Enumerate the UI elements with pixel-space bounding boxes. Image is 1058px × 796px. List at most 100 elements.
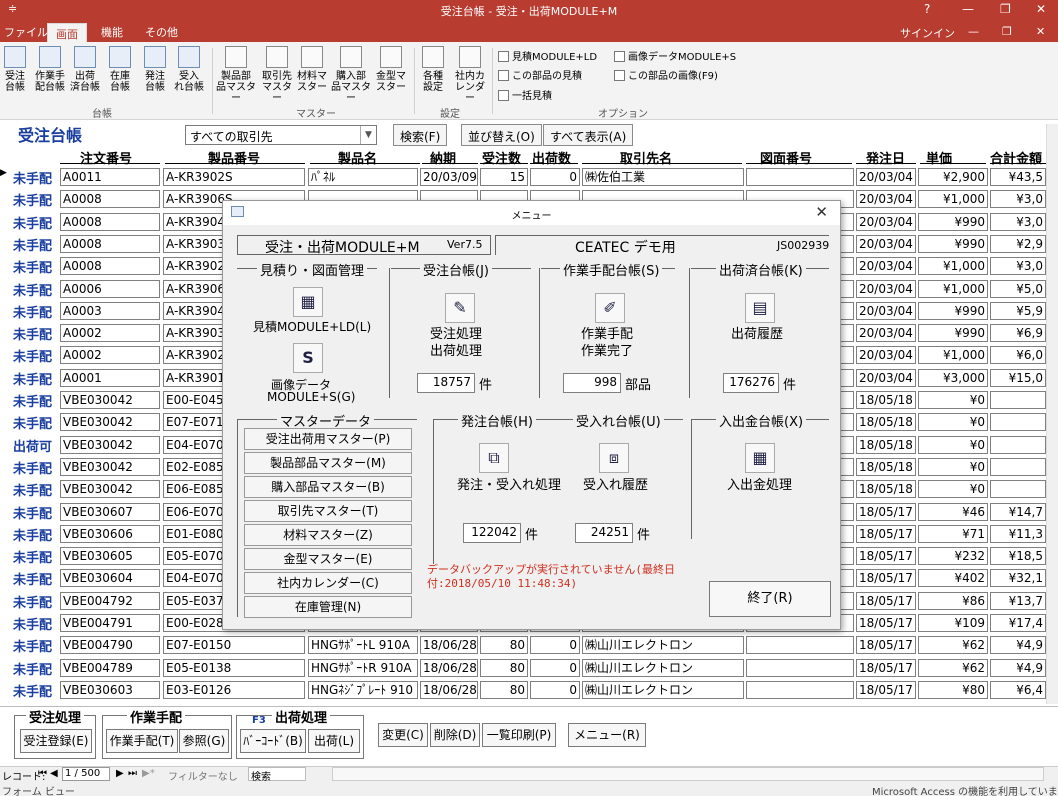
order-no-cell[interactable]: A0003 [60,301,160,320]
purchase-master-button[interactable]: 購入部品マスター(B) [244,476,412,498]
po-date-cell[interactable]: 20/03/04 [856,212,916,231]
product-name-cell[interactable]: HNGｻﾎﾟｰﾄL 910A [308,636,418,655]
order-no-cell[interactable]: VBE030042 [60,480,160,499]
unit-price-cell[interactable]: ¥0 [918,480,988,499]
chevron-down-icon[interactable]: ▼ [360,126,376,144]
table-row[interactable]: 未手配 VBE004789 E05-E0138 HNGｻﾎﾟｰﾄR 910A 18/06… [0,657,1046,679]
tab-file[interactable]: ファイル [4,24,48,40]
record-search-input[interactable]: 検索 [248,767,306,783]
new-record-icon[interactable]: ▶* [142,768,155,779]
po-date-cell[interactable]: 18/05/17 [856,658,916,677]
parts-master-button[interactable]: 製品部品マスター(M) [244,452,412,474]
order-no-cell[interactable]: A0002 [60,324,160,343]
ship-qty-cell[interactable]: 0 [530,636,580,655]
order-no-cell[interactable]: VBE030603 [60,680,160,699]
dialog-close-icon[interactable]: ✕ [815,203,828,221]
image-module-button[interactable]: 画像データMODULE+S [614,48,736,63]
status-label[interactable]: 未手配 [13,302,52,321]
tab-function[interactable]: 機能 [101,24,123,40]
status-label[interactable]: 未手配 [13,569,52,588]
print-list-button[interactable]: 一覧印刷(P) [482,723,556,747]
ribbon-button-material-master[interactable]: 材料マ スター [296,46,328,93]
po-date-cell[interactable]: 18/05/18 [856,435,916,454]
status-label[interactable]: 未手配 [13,413,52,432]
search-button[interactable]: 検索(F) [393,124,448,146]
order-no-cell[interactable]: VBE030607 [60,502,160,521]
work-complete-label[interactable]: 作業完了 [581,340,633,359]
ship-qty-cell[interactable]: 0 [530,680,580,699]
receipt-history-icon[interactable]: ⧈ [599,443,629,473]
status-label[interactable]: 未手配 [13,168,52,187]
ribbon-button-client-master[interactable]: 取引先 マスター [260,46,294,104]
status-label[interactable]: 未手配 [13,480,52,499]
menu-button[interactable]: メニュー(R) [568,723,646,747]
po-date-cell[interactable]: 18/05/18 [856,391,916,409]
status-label[interactable]: 未手配 [13,235,52,254]
minimize-icon[interactable]: — [962,2,974,16]
total-cell[interactable]: ¥3,0 [990,257,1046,276]
total-cell[interactable]: ¥3,0 [990,212,1046,231]
ribbon-button-work-ledger[interactable]: 作業手 配台帳 [34,46,66,93]
work-arrange-icon[interactable]: ✐ [595,293,625,323]
due-date-cell[interactable]: 18/06/28 [420,680,478,699]
tab-view[interactable]: 画面 [47,23,87,42]
unit-price-cell[interactable]: ¥1,000 [918,257,988,276]
status-label[interactable]: 未手配 [13,190,52,209]
unit-price-cell[interactable]: ¥46 [918,502,988,521]
quote-module-button[interactable]: 見積MODULE+LD [498,48,597,63]
drawing-no-cell[interactable] [746,168,854,186]
po-date-cell[interactable]: 18/05/18 [856,480,916,499]
status-label[interactable]: 未手配 [13,525,52,544]
total-cell[interactable]: ¥18,5 [990,547,1046,566]
order-qty-cell[interactable]: 80 [480,680,528,699]
total-cell[interactable]: ¥4,9 [990,658,1046,677]
table-row[interactable]: 未手配 VBE030603 E03-E0126 HNGﾈｼﾞﾌﾟﾚｰﾄ 910 18/0… [0,679,1046,701]
status-label[interactable]: 未手配 [13,614,52,633]
order-no-cell[interactable]: VBE030605 [60,547,160,566]
client-cell[interactable]: ㈱佐伯工業 [582,168,744,186]
exit-button[interactable]: 終了(R) [709,581,831,617]
product-name-cell[interactable]: HNGｻﾎﾟｰﾄR 910A [308,658,418,677]
total-cell[interactable]: ¥6,0 [990,346,1046,365]
image-module-link-line2[interactable]: MODULE+S(G) [267,390,355,404]
product-name-cell[interactable]: HNGﾈｼﾞﾌﾟﾚｰﾄ 910 [308,680,418,699]
po-date-cell[interactable]: 18/05/17 [856,636,916,655]
bulk-quote-button[interactable]: 一括見積 [498,87,552,102]
order-no-cell[interactable]: A0006 [60,279,160,298]
po-date-cell[interactable]: 20/03/04 [856,190,916,209]
order-process-icon[interactable]: ✎ [445,293,475,323]
order-qty-cell[interactable]: 80 [480,636,528,655]
po-date-cell[interactable]: 20/03/04 [856,346,916,365]
order-no-cell[interactable]: VBE004792 [60,591,160,610]
status-label[interactable]: 未手配 [13,213,52,232]
total-cell[interactable]: ¥2,9 [990,234,1046,253]
po-date-cell[interactable]: 20/03/04 [856,168,916,186]
barcode-button[interactable]: ﾊﾞｰｺｰﾄﾞ(B) [240,729,306,753]
drawing-no-cell[interactable] [746,680,854,699]
ribbon-button-purchase-master[interactable]: 購入部 品マスター [330,46,372,104]
unit-price-cell[interactable]: ¥1,000 [918,190,988,209]
ribbon-button-po-ledger[interactable]: 発注 台帳 [142,46,168,93]
unit-price-cell[interactable]: ¥0 [918,391,988,409]
unit-price-cell[interactable]: ¥3,000 [918,368,988,387]
drawing-no-cell[interactable] [746,658,854,677]
status-label[interactable]: 未手配 [13,681,52,700]
ribbon-button-settings[interactable]: 各種 設定 [418,46,448,93]
product-no-cell[interactable]: E05-E0138 [163,658,305,677]
order-no-cell[interactable]: VBE030042 [60,413,160,432]
total-cell[interactable]: ¥11,3 [990,524,1046,543]
total-cell[interactable] [990,413,1046,432]
unit-price-cell[interactable]: ¥232 [918,547,988,566]
order-entry-button[interactable]: 受注登録(E) [20,729,92,753]
table-row[interactable]: 未手配 VBE004790 E07-E0150 HNGｻﾎﾟｰﾄL 910A 18/06… [0,634,1046,656]
work-arrange-button[interactable]: 作業手配(T) [106,729,178,753]
unit-price-cell[interactable]: ¥80 [918,680,988,699]
tab-other[interactable]: その他 [145,24,178,40]
unit-price-cell[interactable]: ¥402 [918,569,988,588]
po-date-cell[interactable]: 20/03/04 [856,368,916,387]
drawing-no-cell[interactable] [746,636,854,655]
edit-button[interactable]: 変更(C) [378,723,428,747]
sort-button[interactable]: 並び替え(O) [461,124,542,146]
po-process-label[interactable]: 発注・受入れ処理 [457,474,561,493]
unit-price-cell[interactable]: ¥1,000 [918,279,988,298]
